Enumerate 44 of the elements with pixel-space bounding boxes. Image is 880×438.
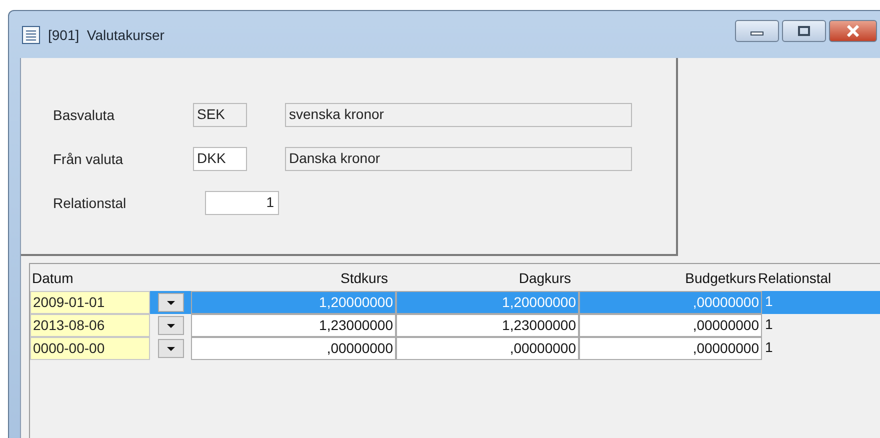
date-cell[interactable]: 2009-01-01	[30, 291, 150, 314]
rate-cell: 1,20000000	[396, 291, 579, 314]
description-field: Danska kronor	[285, 147, 632, 171]
field-label: Från valuta	[53, 151, 124, 167]
rate-cell: 1,23000000	[396, 314, 579, 337]
rate-cell: ,00000000	[579, 314, 762, 337]
date-cell[interactable]: 2013-08-06	[30, 314, 150, 337]
caret-icon	[166, 300, 176, 306]
column-header[interactable]: Budgetkurs	[573, 270, 756, 286]
column-header[interactable]: Dagkurs	[390, 270, 573, 286]
ratio-cell-text: 1	[764, 292, 774, 311]
rate-cell: ,00000000	[396, 337, 579, 360]
code-field[interactable]: SEK	[193, 103, 247, 127]
ratio-cell-text: 1	[764, 338, 774, 357]
minimize-button[interactable]	[735, 20, 779, 42]
field-label: Relationstal	[53, 195, 128, 211]
date-cell[interactable]: 0000-00-00	[30, 337, 150, 360]
close-icon	[846, 24, 860, 36]
rate-cell: ,00000000	[579, 291, 762, 314]
ratio-cell-text: 1	[764, 315, 774, 334]
dropdown-button[interactable]	[158, 316, 184, 335]
window-menu-icon[interactable]	[22, 26, 40, 44]
column-header[interactable]: Datum	[30, 270, 185, 286]
window-title: [901] Valutakurser	[48, 26, 164, 42]
table-row[interactable]: 0000-00-00 ,00000000 ,00000000 ,00000000 1	[30, 337, 880, 360]
dropdown-button[interactable]	[158, 339, 184, 358]
maximize-button[interactable]	[782, 20, 826, 42]
column-header[interactable]: Relationstal	[756, 270, 832, 286]
close-button[interactable]	[829, 20, 877, 42]
rate-cell: 1,20000000	[191, 291, 396, 314]
ratio-input-field[interactable]: 1	[205, 191, 279, 215]
column-header[interactable]: Stdkurs	[185, 270, 390, 286]
rate-cell: ,00000000	[191, 337, 396, 360]
rate-cell: 1,23000000	[191, 314, 396, 337]
restore-icon	[797, 26, 811, 36]
rate-cell: ,00000000	[579, 337, 762, 360]
description-field: svenska kronor	[285, 103, 632, 127]
table-row[interactable]: 2013-08-06 1,23000000 1,23000000 ,00000000 1	[30, 314, 880, 337]
code-field[interactable]: DKK	[193, 147, 247, 171]
dropdown-button[interactable]	[158, 293, 184, 312]
table-row[interactable]: 2009-01-01 1,20000000 1,20000000 ,00000000 1	[30, 291, 880, 314]
caret-icon	[166, 322, 176, 328]
field-label: Basvaluta	[53, 107, 116, 123]
caret-icon	[166, 346, 176, 352]
